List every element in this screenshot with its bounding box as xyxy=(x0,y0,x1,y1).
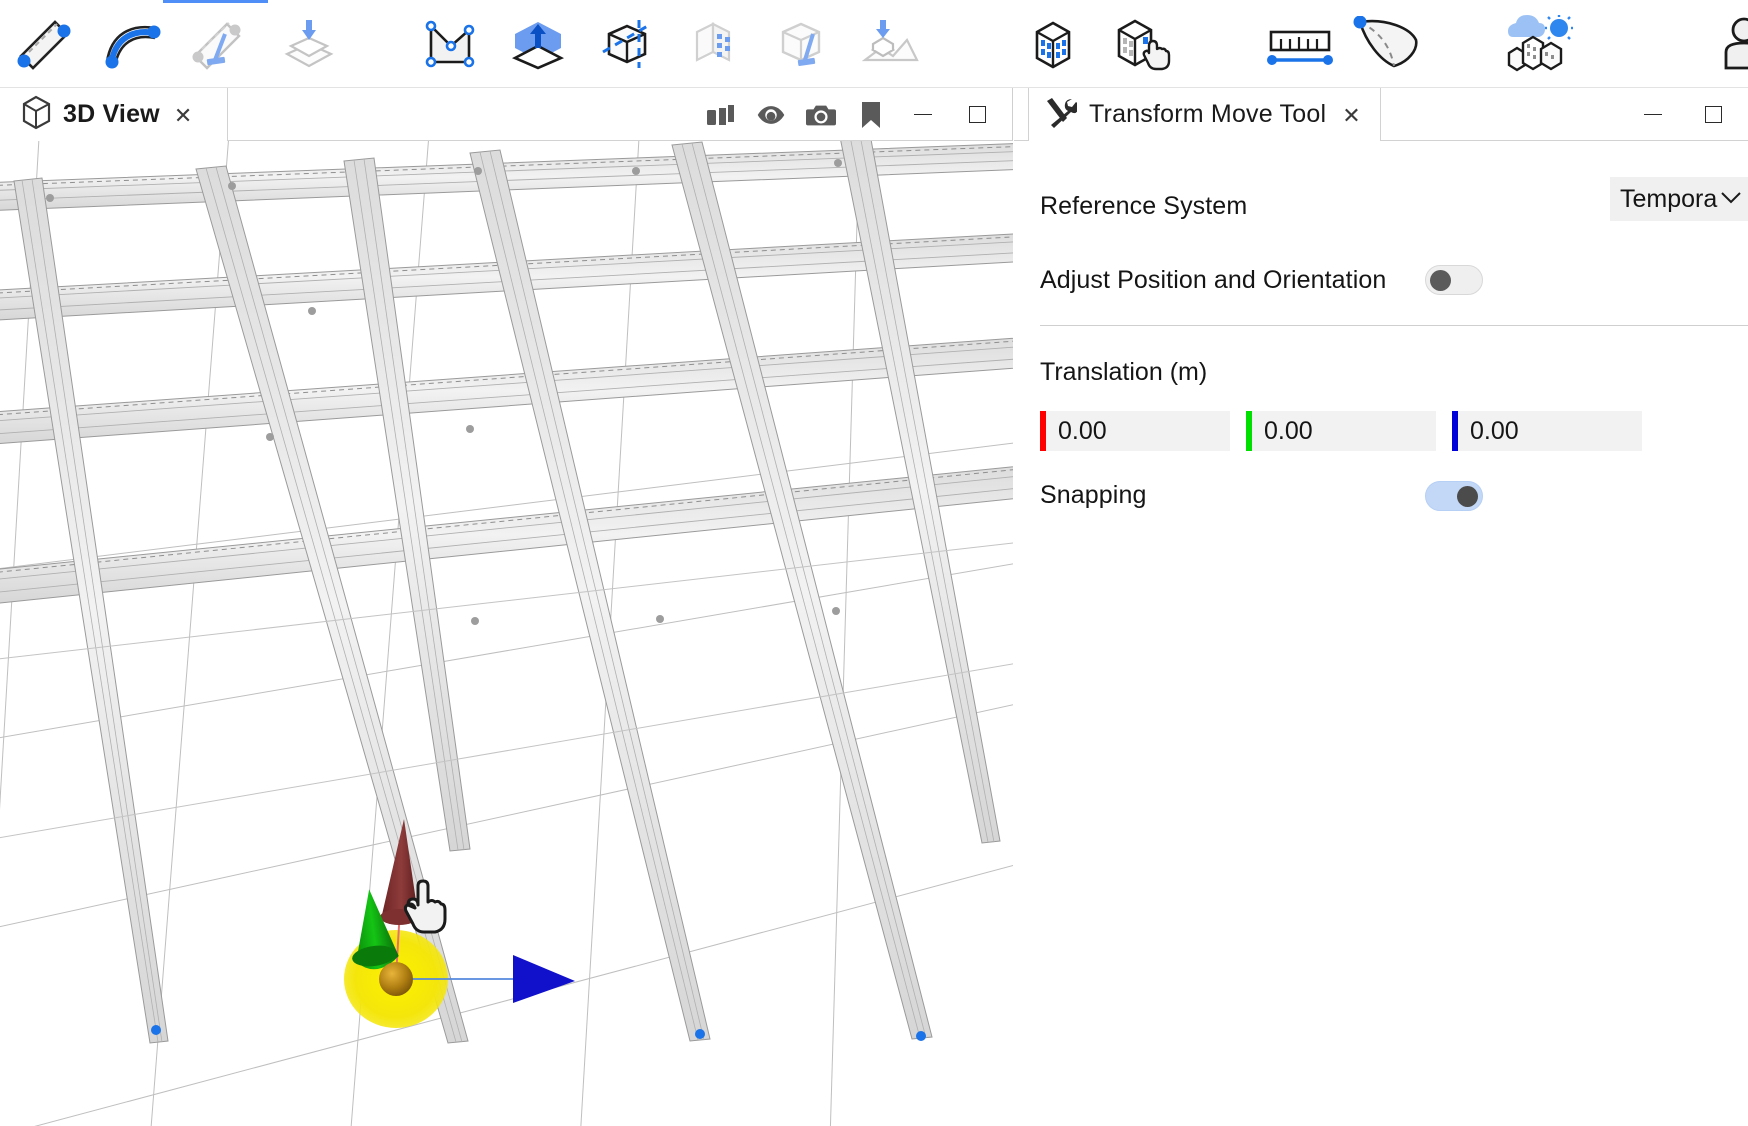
tab-3d-view[interactable]: 3D View ✕ xyxy=(0,88,228,141)
polygon-vertex-icon[interactable] xyxy=(406,1,494,87)
camera-icon[interactable] xyxy=(806,100,836,130)
view-panel-header: 3D View ✕ xyxy=(0,88,1012,141)
translation-section-label: Translation (m) xyxy=(1040,358,1748,387)
minimize-button[interactable] xyxy=(1636,98,1670,132)
close-icon[interactable]: ✕ xyxy=(1342,105,1360,127)
maximize-button[interactable] xyxy=(1696,98,1730,132)
translation-z-field[interactable]: 0.00 xyxy=(1452,411,1642,451)
translation-y-field[interactable]: 0.00 xyxy=(1246,411,1436,451)
tab-transform-move-tool[interactable]: Transform Move Tool ✕ xyxy=(1028,88,1381,141)
reference-system-select[interactable]: Tempora xyxy=(1610,177,1748,221)
view-cone-icon[interactable] xyxy=(1344,1,1432,87)
adjust-position-row: Adjust Position and Orientation xyxy=(1040,249,1748,311)
adjust-position-toggle[interactable] xyxy=(1425,265,1483,295)
extrude-up-icon[interactable] xyxy=(494,1,582,87)
tool-panel-header: Transform Move Tool ✕ xyxy=(1014,88,1748,141)
close-icon[interactable]: ✕ xyxy=(174,105,192,127)
draw-line-icon[interactable] xyxy=(0,1,88,87)
clean-solid-icon[interactable] xyxy=(758,1,846,87)
section-divider xyxy=(1040,325,1748,326)
translation-fields: 0.00 0.00 0.00 xyxy=(1040,411,1748,451)
view-panel-title: 3D View xyxy=(63,100,160,129)
place-on-terrain-icon[interactable] xyxy=(846,1,934,87)
reference-system-row: Reference System Tempora xyxy=(1040,175,1748,237)
reference-system-value: Tempora xyxy=(1620,185,1717,214)
snapping-toggle[interactable] xyxy=(1425,481,1483,511)
eye-icon[interactable] xyxy=(756,100,786,130)
tool-panel-body: Reference System Tempora Adjust Position… xyxy=(1014,175,1748,510)
chevron-down-icon xyxy=(1720,188,1742,211)
main-toolbar xyxy=(0,0,1748,88)
bookmark-icon[interactable] xyxy=(856,100,886,130)
toggle-knob xyxy=(1430,270,1451,291)
z-axis-color-bar xyxy=(1452,411,1458,451)
layers-icon[interactable] xyxy=(706,100,736,130)
adjust-position-label: Adjust Position and Orientation xyxy=(1040,266,1386,295)
x-axis-color-bar xyxy=(1040,411,1046,451)
3d-viewport[interactable] xyxy=(0,141,1013,1126)
translation-y-value: 0.00 xyxy=(1246,417,1313,446)
translation-z-value: 0.00 xyxy=(1452,417,1519,446)
tool-panel: Transform Move Tool ✕ Reference System T… xyxy=(1014,88,1748,1126)
view-header-tools xyxy=(706,88,994,141)
view-panel: 3D View ✕ xyxy=(0,88,1013,1126)
translation-x-field[interactable]: 0.00 xyxy=(1040,411,1230,451)
minimize-button[interactable] xyxy=(906,98,940,132)
project-surface-icon[interactable] xyxy=(264,1,352,87)
maximize-button[interactable] xyxy=(960,98,994,132)
city-weather-icon[interactable] xyxy=(1494,1,1582,87)
snapping-row: Snapping xyxy=(1040,481,1748,510)
reference-system-label: Reference System xyxy=(1040,192,1247,221)
y-axis-color-bar xyxy=(1246,411,1252,451)
tool-panel-title: Transform Move Tool xyxy=(1089,100,1326,129)
tool-window-buttons xyxy=(1636,88,1730,141)
person-icon[interactable] xyxy=(1700,1,1748,87)
toggle-knob xyxy=(1457,486,1478,507)
tools-hammer-wrench-icon xyxy=(1043,96,1077,133)
translation-x-value: 0.00 xyxy=(1040,417,1107,446)
solid-pattern-icon[interactable] xyxy=(670,1,758,87)
cube-icon xyxy=(20,94,53,135)
measure-icon[interactable] xyxy=(1256,1,1344,87)
building-icon[interactable] xyxy=(1008,1,1096,87)
draw-arc-icon[interactable] xyxy=(88,1,176,87)
mirror-solid-icon[interactable] xyxy=(582,1,670,87)
snapping-label: Snapping xyxy=(1040,481,1146,510)
select-building-icon[interactable] xyxy=(1096,1,1184,87)
clean-line-icon[interactable] xyxy=(176,1,264,87)
